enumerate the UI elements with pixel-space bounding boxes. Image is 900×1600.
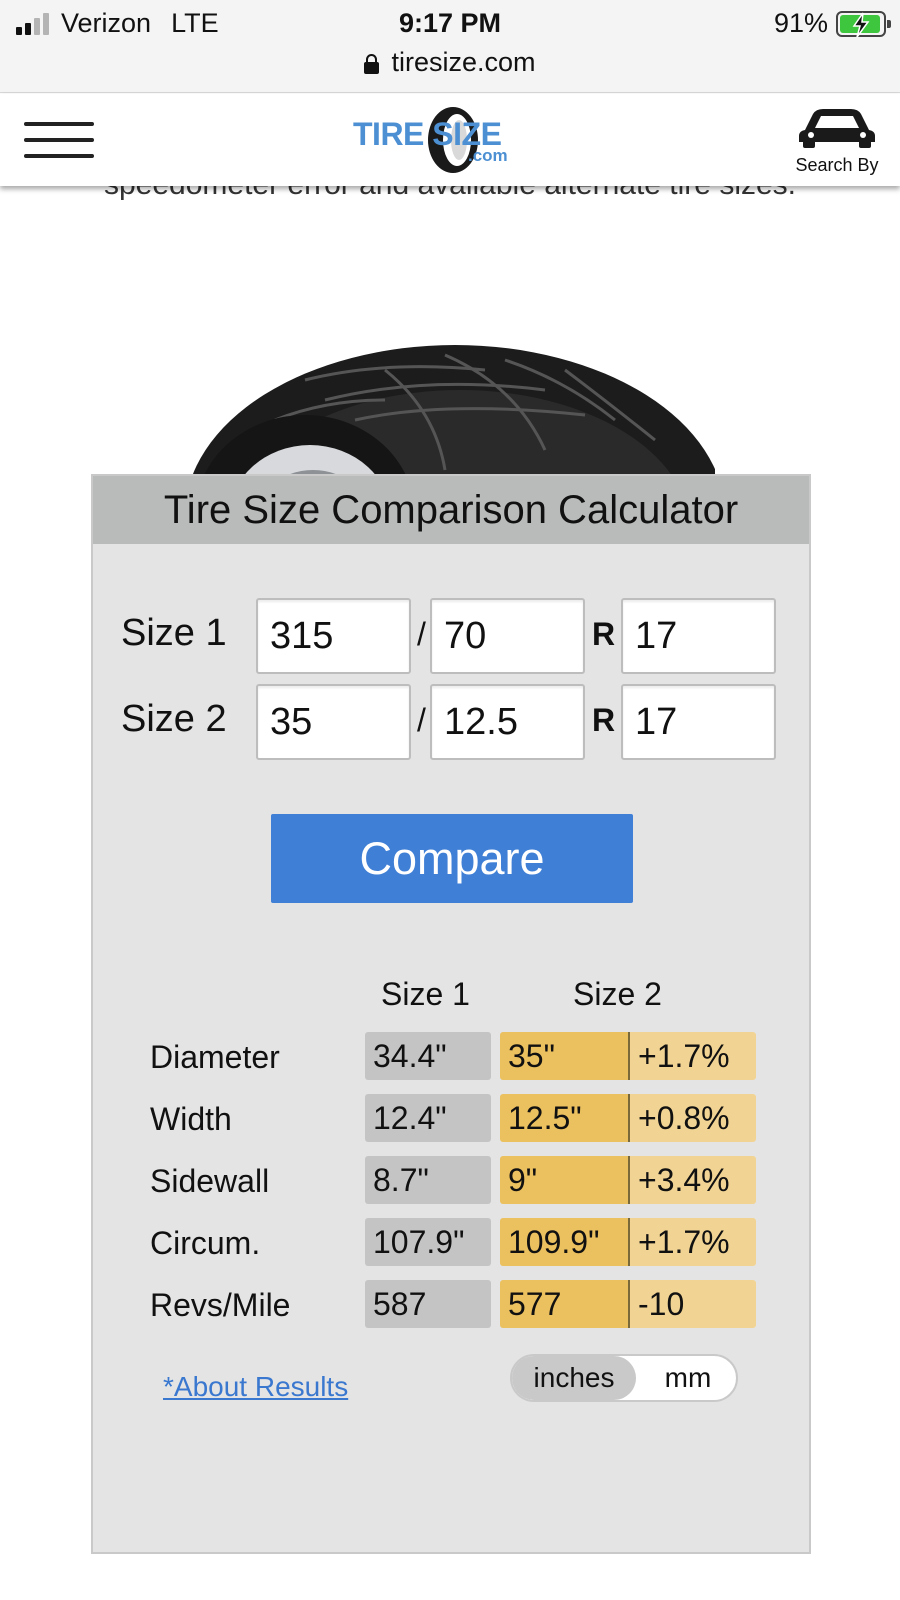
lock-icon [364, 53, 380, 74]
rim-separator: R [592, 702, 616, 738]
difference-cell: +1.7% [628, 1218, 756, 1266]
url-text: tiresize.com [391, 47, 536, 77]
size1-value-cell: 8.7" [365, 1156, 491, 1204]
result-row: Width 12.4" 12.5" +0.8% [93, 1094, 813, 1144]
result-row: Revs/Mile 587 577 -10 [93, 1280, 813, 1330]
signal-icon [16, 12, 49, 35]
units-mm-option[interactable]: mm [636, 1356, 740, 1400]
about-results-link[interactable]: *About Results [163, 1371, 348, 1403]
battery-percent: 91% [773, 8, 828, 38]
car-icon [799, 109, 875, 148]
result-row: Diameter 34.4" 35" +1.7% [93, 1032, 813, 1082]
result-label: Sidewall [150, 1163, 270, 1199]
address-bar[interactable]: tiresize.com [0, 47, 900, 78]
size2-value-cell: 35" [500, 1032, 628, 1080]
difference-cell: +3.4% [628, 1156, 756, 1204]
size2-value-cell: 12.5" [500, 1094, 628, 1142]
units-inches-option[interactable]: inches [512, 1356, 636, 1400]
charging-bolt-icon [852, 12, 870, 37]
network-type: LTE [171, 8, 219, 38]
size1-value-cell: 12.4" [365, 1094, 491, 1142]
size2-value-cell: 109.9" [500, 1218, 628, 1266]
size2-rim-input[interactable] [621, 684, 776, 760]
column-header-size2: Size 2 [573, 976, 662, 1012]
search-by-label: Search By [795, 155, 879, 175]
logo-suffix: .com [468, 146, 508, 165]
compare-button[interactable]: Compare [271, 814, 633, 903]
column-header-size1: Size 1 [381, 976, 470, 1012]
size1-width-input[interactable] [256, 598, 411, 674]
slash-separator: / [417, 702, 426, 738]
size1-label: Size 1 [121, 612, 227, 654]
result-row: Sidewall 8.7" 9" +3.4% [93, 1156, 813, 1206]
size1-row: Size 1 / R [93, 598, 813, 674]
rim-separator: R [592, 616, 616, 652]
status-bar: Verizon LTE 9:17 PM 91% tiresize.com [0, 0, 900, 93]
slash-separator: / [417, 616, 426, 652]
battery-icon [836, 10, 891, 37]
search-by-button[interactable]: Search By [790, 104, 884, 176]
difference-cell: +1.7% [628, 1032, 756, 1080]
calculator-title: Tire Size Comparison Calculator [93, 476, 809, 544]
site-header: TIRE SIZE .com Search By [0, 94, 900, 186]
result-row: Circum. 107.9" 109.9" +1.7% [93, 1218, 813, 1268]
size1-rim-input[interactable] [621, 598, 776, 674]
size2-ratio-input[interactable] [430, 684, 585, 760]
menu-icon[interactable] [24, 120, 94, 160]
size2-value-cell: 577 [500, 1280, 628, 1328]
size1-value-cell: 587 [365, 1280, 491, 1328]
size2-row: Size 2 / R [93, 684, 813, 760]
carrier-name: Verizon [61, 8, 152, 38]
result-label: Diameter [150, 1039, 280, 1075]
size1-value-cell: 34.4" [365, 1032, 491, 1080]
difference-cell: +0.8% [628, 1094, 756, 1142]
size1-ratio-input[interactable] [430, 598, 585, 674]
status-right: 91% [773, 8, 891, 39]
size1-value-cell: 107.9" [365, 1218, 491, 1266]
difference-cell: -10 [628, 1280, 756, 1328]
tire-image [185, 340, 715, 476]
size2-width-input[interactable] [256, 684, 411, 760]
result-label: Circum. [150, 1225, 261, 1261]
result-label: Revs/Mile [150, 1287, 291, 1323]
size2-label: Size 2 [121, 698, 227, 740]
site-logo[interactable]: TIRE SIZE .com [353, 104, 547, 174]
tire-calculator: Tire Size Comparison Calculator Size 1 /… [91, 474, 811, 1554]
units-toggle[interactable]: inches mm [510, 1354, 738, 1402]
size2-value-cell: 9" [500, 1156, 628, 1204]
result-label: Width [150, 1101, 232, 1137]
status-left: Verizon LTE [16, 8, 219, 39]
